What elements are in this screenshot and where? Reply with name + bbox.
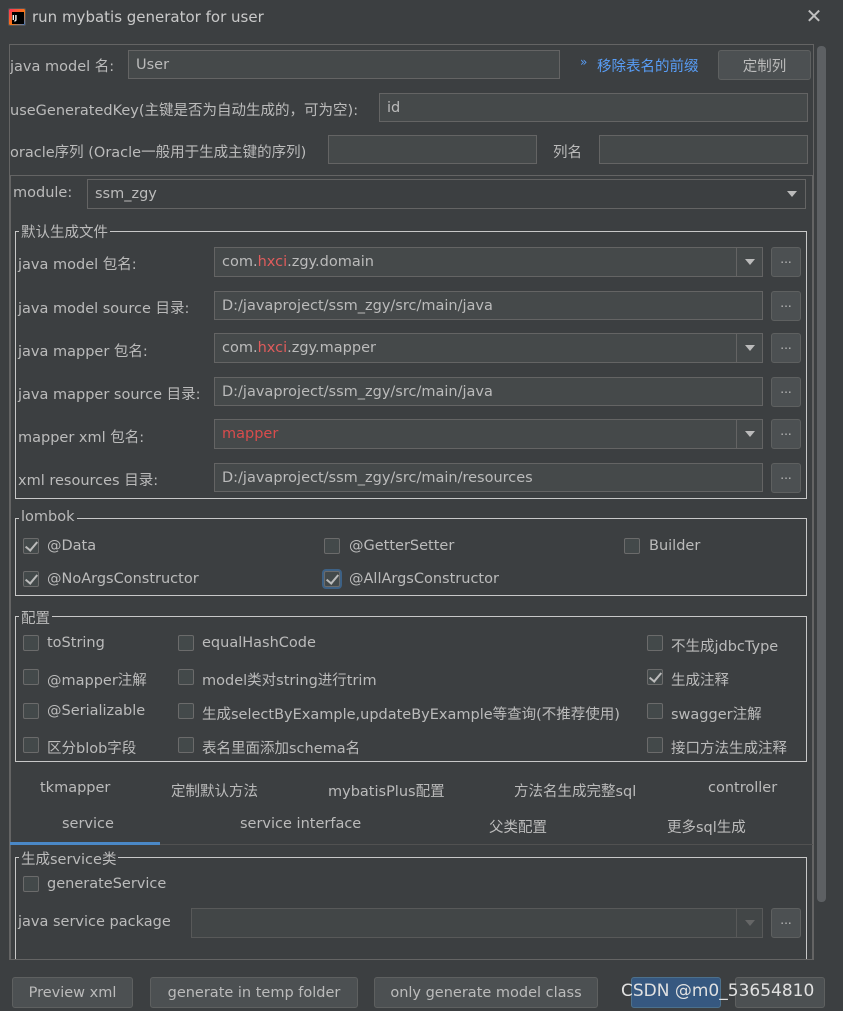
- mapper-xml-select[interactable]: mapper: [214, 419, 763, 449]
- model-name-input[interactable]: User: [128, 50, 560, 79]
- lombok-data-label: @Data: [47, 538, 97, 554]
- csdn-watermark: CSDN @m0_53654810: [621, 981, 815, 1001]
- tab-full-sql[interactable]: 方法名生成完整sql: [514, 780, 636, 801]
- chevron-down-icon[interactable]: [736, 909, 762, 937]
- remove-prefix-link[interactable]: 移除表名的前缀: [597, 55, 699, 76]
- interface-comment-checkbox[interactable]: [647, 737, 663, 753]
- module-label: module:: [13, 185, 73, 201]
- service-package-browse-button[interactable]: ...: [771, 908, 801, 938]
- use-generated-key-label: useGeneratedKey(主键是否为自动生成的，可为空):: [10, 103, 359, 119]
- tab-controller[interactable]: controller: [708, 780, 777, 796]
- lombok-getter-setter-label: @GetterSetter: [349, 538, 455, 554]
- default-files-title: 默认生成文件: [19, 221, 110, 242]
- lombok-data-checkbox[interactable]: [23, 538, 39, 554]
- lombok-title: lombok: [19, 509, 77, 525]
- oracle-seq-input[interactable]: [328, 135, 537, 164]
- preview-xml-button[interactable]: Preview xml: [12, 977, 133, 1008]
- serializable-checkbox[interactable]: [23, 703, 39, 719]
- mapper-pkg-browse-button[interactable]: ...: [771, 333, 801, 363]
- scrollbar-thumb[interactable]: [817, 46, 826, 902]
- chevron-down-icon: [779, 180, 805, 208]
- blob-label: 区分blob字段: [47, 741, 137, 757]
- model-src-browse-button[interactable]: ...: [771, 291, 801, 321]
- lombok-getter-setter-checkbox[interactable]: [324, 538, 340, 554]
- only-model-class-button[interactable]: only generate model class: [374, 977, 598, 1008]
- gen-comment-checkbox[interactable]: [647, 669, 663, 685]
- equal-hash-label: equalHashCode: [202, 635, 316, 651]
- lombok-no-args-label: @NoArgsConstructor: [47, 571, 199, 587]
- tabs-divider: [160, 844, 813, 845]
- generate-service-checkbox[interactable]: [23, 876, 39, 892]
- model-trim-checkbox[interactable]: [178, 669, 194, 685]
- oracle-seq-label: oracle序列 (Oracle一般用于生成主键的序列): [10, 145, 307, 161]
- mapper-src-input[interactable]: D:/javaproject/ssm_zgy/src/main/java: [214, 377, 763, 406]
- main-panel: java model 名: User » 移除表名的前缀 定制列 useGene…: [9, 44, 814, 960]
- select-by-example-label: 生成selectByExample,updateByExample等查询(不推荐…: [202, 707, 620, 723]
- gen-comment-label: 生成注释: [671, 673, 729, 689]
- service-title: 生成service类: [19, 848, 119, 869]
- blob-checkbox[interactable]: [23, 737, 39, 753]
- tab-service[interactable]: service: [62, 816, 114, 832]
- use-generated-key-input[interactable]: id: [379, 93, 808, 122]
- window-title: run mybatis generator for user: [32, 8, 264, 26]
- xml-res-browse-button[interactable]: ...: [771, 463, 801, 493]
- select-by-example-checkbox[interactable]: [178, 703, 194, 719]
- mapper-src-browse-button[interactable]: ...: [771, 377, 801, 407]
- chevron-down-icon[interactable]: [736, 334, 762, 362]
- mapper-annotation-label: @mapper注解: [47, 673, 147, 689]
- interface-comment-label: 接口方法生成注释: [671, 741, 787, 757]
- active-tab-indicator: [10, 842, 160, 845]
- double-chevron-icon: »: [580, 55, 588, 69]
- column-name-input[interactable]: [599, 135, 808, 164]
- serializable-label: @Serializable: [47, 703, 146, 719]
- mapper-pkg-select[interactable]: com.hxci.zgy.mapper: [214, 333, 763, 363]
- mapper-xml-browse-button[interactable]: ...: [771, 419, 801, 449]
- tab-parent-class[interactable]: 父类配置: [489, 816, 547, 837]
- schema-checkbox[interactable]: [178, 737, 194, 753]
- model-name-label: java model 名:: [10, 59, 115, 75]
- tab-mybatis-plus[interactable]: mybatisPlus配置: [328, 780, 445, 801]
- lombok-all-args-label: @AllArgsConstructor: [349, 571, 499, 587]
- model-src-input[interactable]: D:/javaproject/ssm_zgy/src/main/java: [214, 291, 763, 320]
- model-src-label: java model source 目录:: [18, 301, 190, 317]
- tab-custom-default-methods[interactable]: 定制默认方法: [171, 780, 258, 801]
- lombok-builder-label: Builder: [649, 538, 701, 554]
- swagger-label: swagger注解: [671, 707, 762, 723]
- service-package-label: java service package: [18, 914, 171, 930]
- no-jdbc-type-checkbox[interactable]: [647, 635, 663, 651]
- model-trim-label: model类对string进行trim: [202, 673, 377, 689]
- generate-service-label: generateService: [47, 876, 167, 892]
- module-select[interactable]: ssm_zgy: [87, 179, 806, 209]
- model-pkg-select[interactable]: com.hxci.zgy.domain: [214, 247, 763, 277]
- tab-service-interface[interactable]: service interface: [240, 816, 361, 832]
- no-jdbc-type-label: 不生成jdbcType: [671, 639, 779, 655]
- tab-more-sql[interactable]: 更多sql生成: [667, 816, 746, 837]
- column-name-label: 列名: [553, 145, 582, 161]
- mapper-pkg-label: java mapper 包名:: [18, 344, 148, 360]
- intellij-icon: [8, 8, 26, 26]
- swagger-checkbox[interactable]: [647, 703, 663, 719]
- tab-tkmapper[interactable]: tkmapper: [40, 780, 110, 796]
- chevron-down-icon[interactable]: [736, 420, 762, 448]
- xml-res-label: xml resources 目录:: [18, 473, 159, 489]
- chevron-down-icon[interactable]: [736, 248, 762, 276]
- xml-res-input[interactable]: D:/javaproject/ssm_zgy/src/main/resource…: [214, 463, 763, 492]
- lombok-no-args-checkbox[interactable]: [23, 571, 39, 587]
- to-string-checkbox[interactable]: [23, 635, 39, 651]
- customize-columns-button[interactable]: 定制列: [718, 50, 811, 80]
- mapper-src-label: java mapper source 目录:: [18, 387, 201, 403]
- service-package-select[interactable]: [191, 908, 763, 938]
- lombok-all-args-checkbox[interactable]: [324, 571, 340, 587]
- lombok-builder-checkbox[interactable]: [624, 538, 640, 554]
- mapper-xml-label: mapper xml 包名:: [18, 430, 145, 446]
- model-pkg-label: java model 包名:: [18, 257, 137, 273]
- model-pkg-browse-button[interactable]: ...: [771, 247, 801, 277]
- to-string-label: toString: [47, 635, 105, 651]
- equal-hash-checkbox[interactable]: [178, 635, 194, 651]
- close-icon[interactable]: ✕: [804, 6, 824, 26]
- mapper-annotation-checkbox[interactable]: [23, 669, 39, 685]
- generate-temp-folder-button[interactable]: generate in temp folder: [150, 977, 358, 1008]
- schema-label: 表名里面添加schema名: [202, 741, 361, 757]
- config-title: 配置: [19, 607, 52, 628]
